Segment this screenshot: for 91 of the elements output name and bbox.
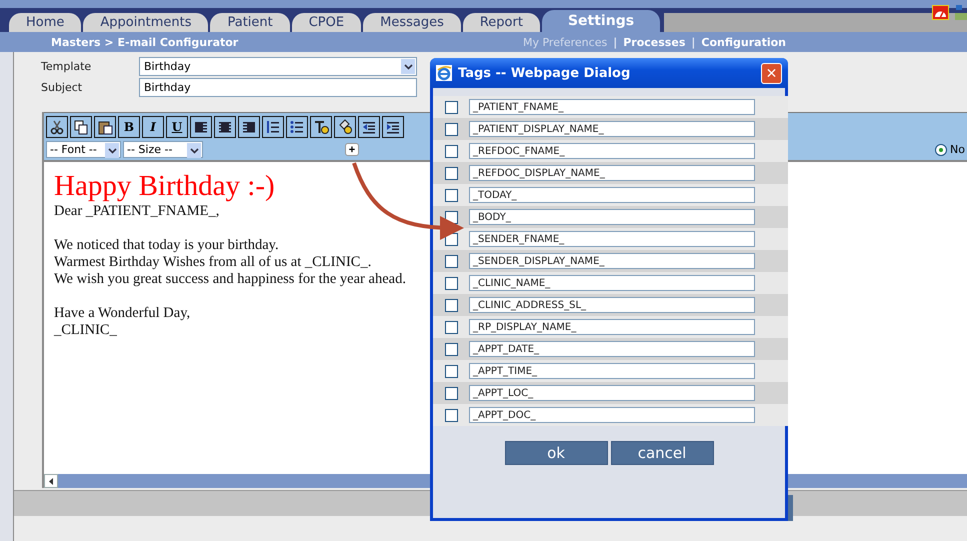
bullet-list-icon xyxy=(289,119,305,135)
radio-label: No xyxy=(950,143,965,156)
subject-field[interactable]: Birthday xyxy=(139,78,417,97)
align-left-icon xyxy=(193,119,209,135)
toolbar-button[interactable] xyxy=(310,116,332,138)
email-text: We wish you great success and happiness for the year ahead. xyxy=(54,271,406,288)
email-text: _CLINIC_ xyxy=(54,322,117,339)
chevron-down-icon xyxy=(108,148,116,154)
tag-field[interactable]: _SENDER_DISPLAY_NAME_ xyxy=(469,253,755,269)
scroll-left-icon[interactable] xyxy=(49,478,53,484)
size-select[interactable]: -- Size -- xyxy=(123,141,203,158)
tag-field[interactable]: _APPT_DOC_ xyxy=(469,407,755,423)
tag-field[interactable]: _TODAY_ xyxy=(469,187,755,203)
tag-field[interactable]: _RP_DISPLAY_NAME_ xyxy=(469,319,755,335)
toolbar-button[interactable] xyxy=(238,116,260,138)
toolbar-button[interactable] xyxy=(94,116,116,138)
toolbar-button[interactable] xyxy=(286,116,308,138)
gauge-icon[interactable] xyxy=(932,5,949,20)
copy-icon xyxy=(73,119,89,135)
tag-field[interactable]: _PATIENT_FNAME_ xyxy=(469,99,755,115)
tag-field[interactable]: _BODY_ xyxy=(469,209,755,225)
nav-tab[interactable]: Home xyxy=(9,13,82,32)
tag-field[interactable]: _APPT_LOC_ xyxy=(469,385,755,401)
toolbar-button[interactable] xyxy=(382,116,404,138)
toolbar-button[interactable] xyxy=(358,116,380,138)
radio-button[interactable] xyxy=(935,144,948,156)
tag-checkbox[interactable] xyxy=(445,122,458,136)
tag-field[interactable]: _CLINIC_NAME_ xyxy=(469,275,755,291)
separator-text: | xyxy=(613,36,618,48)
tag-checkbox[interactable] xyxy=(445,254,458,268)
tag-field[interactable]: _REFDOC_DISPLAY_NAME_ xyxy=(469,165,755,181)
paste-icon xyxy=(97,119,113,135)
highlight-icon xyxy=(337,119,353,135)
breadcrumb: Masters > E-mail Configurator xyxy=(51,36,240,48)
tag-checkbox[interactable] xyxy=(445,276,458,290)
email-text: Warmest Birthday Wishes from all of us at _CLINIC_. xyxy=(54,254,372,271)
tag-checkbox[interactable] xyxy=(445,298,458,312)
insert-tag-button[interactable]: + xyxy=(345,143,359,156)
toolbar-button[interactable] xyxy=(334,116,356,138)
chevron-down-icon xyxy=(190,148,198,154)
toolbar-button[interactable] xyxy=(190,116,212,138)
template-select[interactable]: Birthday xyxy=(139,57,417,76)
field-label: Template xyxy=(41,60,92,73)
toolbar-button[interactable] xyxy=(214,116,236,138)
tag-field[interactable]: _APPT_DATE_ xyxy=(469,341,755,357)
ok-button[interactable]: ok xyxy=(504,441,608,465)
align-right-icon xyxy=(241,119,257,135)
tag-field[interactable]: _PATIENT_DISPLAY_NAME_ xyxy=(469,121,755,137)
cut-icon xyxy=(49,119,65,135)
toolbar-button[interactable] xyxy=(262,116,284,138)
numbered-list-icon xyxy=(265,119,281,135)
nav-tab[interactable]: Messages xyxy=(363,13,461,32)
format-button[interactable]: U xyxy=(166,116,188,138)
chevron-down-icon xyxy=(404,64,412,70)
indent-icon xyxy=(385,119,401,135)
tag-checkbox[interactable] xyxy=(445,100,458,114)
nav-tab[interactable]: CPOE xyxy=(292,13,362,32)
align-center-icon xyxy=(217,119,233,135)
tag-field[interactable]: _SENDER_FNAME_ xyxy=(469,231,755,247)
nav-tab[interactable]: Report xyxy=(462,13,540,32)
billing-icon[interactable] xyxy=(955,4,967,21)
tag-checkbox[interactable] xyxy=(445,386,458,400)
tag-checkbox[interactable] xyxy=(445,320,458,334)
email-text: Have a Wonderful Day, xyxy=(54,305,190,322)
close-button[interactable]: × xyxy=(761,62,782,84)
tag-field[interactable]: _APPT_TIME_ xyxy=(469,363,755,379)
text-color-icon xyxy=(313,119,329,135)
email-text: We noticed that today is your birthday. xyxy=(54,237,279,254)
tag-checkbox[interactable] xyxy=(445,166,458,180)
tag-field[interactable]: _REFDOC_FNAME_ xyxy=(469,143,755,159)
browser-icon xyxy=(436,65,452,81)
email-heading: Happy Birthday :-) xyxy=(54,170,275,203)
tag-checkbox[interactable] xyxy=(445,188,458,202)
nav-tab[interactable]: Patient xyxy=(210,13,290,32)
email-text: Dear _PATIENT_FNAME_, xyxy=(54,203,220,220)
format-button[interactable]: I xyxy=(142,116,164,138)
format-button[interactable]: B xyxy=(118,116,140,138)
tag-checkbox[interactable] xyxy=(445,342,458,356)
separator-text: | xyxy=(691,36,696,48)
field-label: Subject xyxy=(41,81,84,94)
font-select[interactable]: -- Font -- xyxy=(46,141,121,158)
dialog-title: Tags -- Webpage Dialog xyxy=(458,66,630,80)
tag-checkbox[interactable] xyxy=(445,408,458,422)
tag-field[interactable]: _CLINIC_ADDRESS_SL_ xyxy=(469,297,755,313)
tag-checkbox[interactable] xyxy=(445,144,458,158)
toolbar-button[interactable] xyxy=(46,116,68,138)
tag-checkbox[interactable] xyxy=(445,364,458,378)
cancel-button[interactable]: cancel xyxy=(610,441,714,465)
toolbar-button[interactable] xyxy=(70,116,92,138)
outdent-icon xyxy=(361,119,377,135)
nav-tab[interactable]: Appointments xyxy=(83,13,208,32)
